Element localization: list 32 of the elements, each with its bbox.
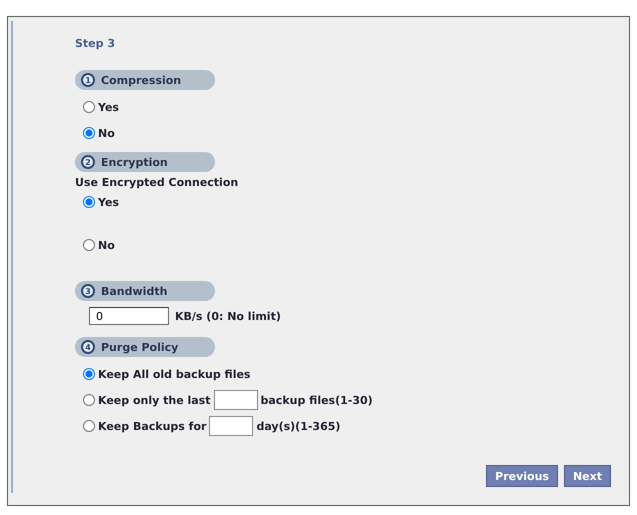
option-label: Yes [98,100,119,114]
step-number-icon: 1 [81,73,95,87]
step-number-icon: 4 [81,340,95,354]
option-label: No [98,238,115,252]
section-title: Bandwidth [101,284,168,298]
step-title: Step 3 [75,37,116,50]
radio-button[interactable] [83,127,95,139]
radio-button[interactable] [83,101,95,113]
option-label: backup files(1-30) [260,394,373,406]
option-label: Keep Backups for [98,420,206,432]
option-label: Yes [98,196,119,208]
radio-button[interactable] [83,239,95,251]
prompt-text: Use Encrypted Connection [75,176,240,189]
step-number-icon: 3 [81,284,95,298]
option-label: day(s)(1-365) [256,420,340,432]
next-button[interactable]: Next [564,465,611,487]
number-field[interactable] [209,416,254,436]
previous-button[interactable]: Previous [486,465,558,487]
radio-button[interactable] [83,196,95,208]
radio-button[interactable] [83,368,95,380]
option-label: No [98,126,115,140]
number-field[interactable] [214,390,258,410]
option-label: Keep All old backup files [98,368,250,380]
section-title: Encryption [101,156,168,168]
option-label: Keep only the last [98,394,210,406]
radio-button[interactable] [83,394,95,406]
section-title: Compression [101,74,182,86]
radio-button[interactable] [83,420,95,432]
section-title: Purge Policy [101,340,178,354]
unit-label: KB/s (0: No limit) [175,310,281,322]
bandwidth-field[interactable]: 0 [89,307,169,325]
step-number-icon: 2 [81,155,95,169]
